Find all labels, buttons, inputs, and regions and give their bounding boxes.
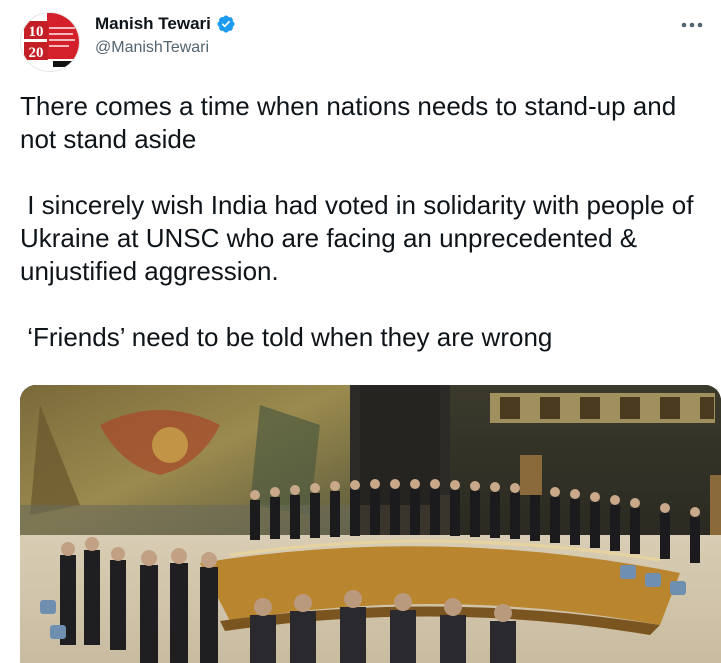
author-info: Manish Tewari @ManishTewari <box>95 14 236 57</box>
verified-badge-icon <box>217 15 235 33</box>
tweet-paragraph-3: ‘Friends’ need to be told when they are … <box>20 322 553 352</box>
tweet-text: There comes a time when nations needs to… <box>20 90 710 354</box>
tweet-paragraph-2: I sincerely wish India had voted in soli… <box>20 190 701 286</box>
tweet-paragraph-1: There comes a time when nations needs to… <box>20 91 684 154</box>
photo-security-council-chamber <box>20 385 721 663</box>
avatar-text-top: 10 <box>29 24 44 40</box>
more-options-icon[interactable] <box>677 12 707 38</box>
handle[interactable]: @ManishTewari <box>95 39 236 57</box>
tweet-card: 10 20 Manish Tewari @ManishTewari There … <box>0 0 721 663</box>
display-name-row: Manish Tewari <box>95 14 236 34</box>
tweet-photo[interactable] <box>20 385 721 663</box>
avatar[interactable]: 10 20 <box>20 12 80 72</box>
avatar-text-bottom: 20 <box>29 45 44 61</box>
display-name[interactable]: Manish Tewari <box>95 14 211 34</box>
